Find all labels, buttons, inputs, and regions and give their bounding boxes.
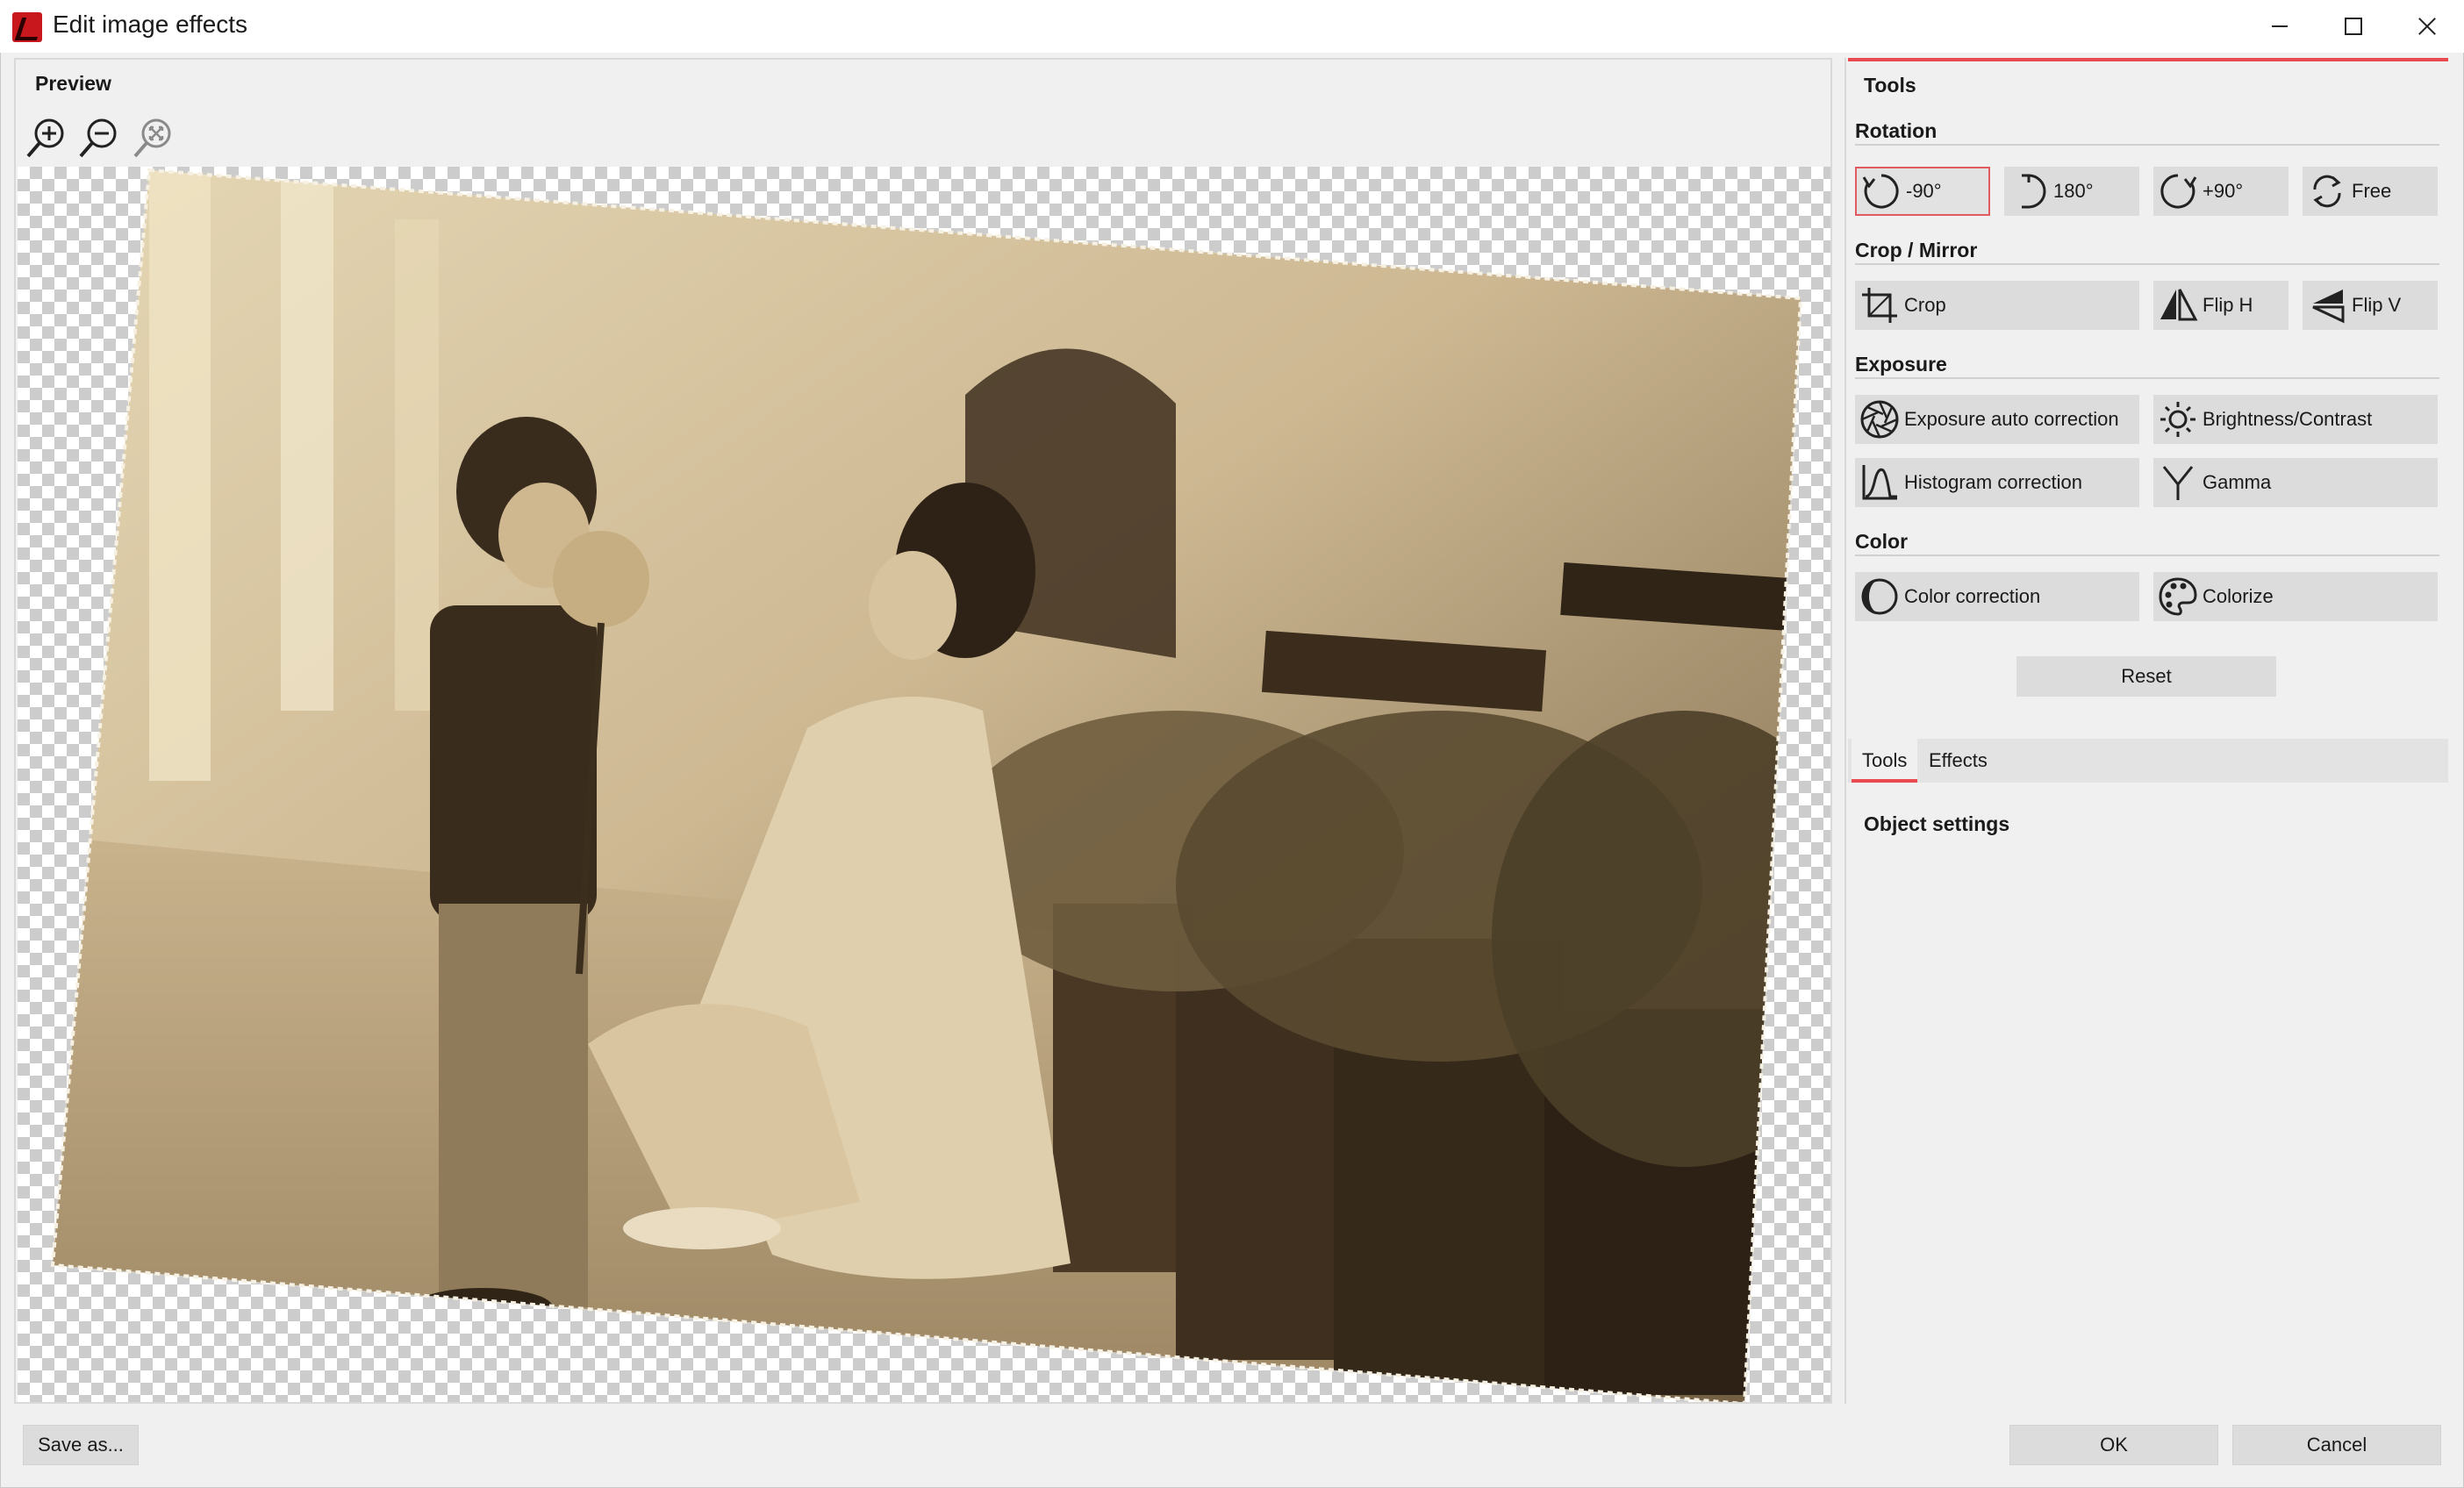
histogram-correction-label: Histogram correction — [1904, 471, 2082, 493]
histogram-icon — [1862, 465, 1897, 500]
title-bar: Edit image effects — [0, 0, 2464, 53]
app-icon — [12, 12, 42, 42]
rotate-left-icon — [1862, 174, 1899, 209]
ok-button[interactable]: OK — [2009, 1425, 2218, 1465]
brightness-contrast-button[interactable]: Brightness/Contrast — [2153, 395, 2438, 444]
tab-tools[interactable]: Tools — [1852, 739, 1918, 783]
minimize-button[interactable] — [2243, 0, 2317, 53]
crop-icon — [1862, 288, 1897, 323]
rotate-180-icon — [2022, 174, 2046, 209]
rotate-180-label: 180° — [2053, 180, 2094, 202]
free-rotate-icon — [2313, 175, 2341, 208]
zoom-out-button[interactable] — [75, 112, 125, 161]
exposure-divider — [1855, 377, 2439, 379]
rotate-minus-90-button[interactable]: -90° — [1855, 167, 1990, 216]
zoom-in-icon — [26, 118, 64, 158]
preview-title: Preview — [35, 72, 111, 95]
tools-header: Tools — [1864, 74, 1916, 97]
window-title: Edit image effects — [53, 11, 248, 38]
preview-canvas[interactable] — [18, 167, 1830, 1402]
close-button[interactable] — [2390, 0, 2464, 53]
save-as-button[interactable]: Save as... — [23, 1425, 139, 1465]
flip-h-label: Flip H — [2203, 294, 2253, 316]
tab-effects[interactable]: Effects — [1918, 739, 1998, 783]
preview-photo — [50, 168, 1803, 1402]
rotate-plus-90-label: +90° — [2203, 180, 2244, 202]
flip-vertical-icon — [2312, 290, 2345, 324]
colorize-label: Colorize — [2203, 585, 2274, 607]
histogram-correction-button[interactable]: Histogram correction — [1855, 458, 2139, 507]
rotation-label: Rotation — [1855, 119, 1938, 142]
exposure-auto-correction-button[interactable]: Exposure auto correction — [1855, 395, 2139, 444]
color-correction-button[interactable]: Color correction — [1855, 572, 2139, 621]
close-icon — [2417, 17, 2437, 36]
flip-h-button[interactable]: Flip H — [2153, 281, 2289, 330]
half-circle-icon — [1861, 578, 1898, 615]
crop-mirror-label: Crop / Mirror — [1855, 239, 1978, 261]
sun-icon — [2160, 402, 2195, 437]
color-divider — [1855, 554, 2439, 556]
palette-icon — [2159, 577, 2197, 616]
reset-button[interactable]: Reset — [2016, 656, 2276, 697]
zoom-out-icon — [79, 118, 117, 158]
zoom-fit-button[interactable] — [130, 112, 179, 161]
maximize-button[interactable] — [2317, 0, 2390, 53]
rotate-right-icon — [2160, 174, 2197, 209]
flip-v-label: Flip V — [2352, 294, 2402, 316]
free-rotate-label: Free — [2352, 180, 2392, 202]
color-label: Color — [1855, 530, 1909, 553]
zoom-in-button[interactable] — [23, 112, 72, 161]
object-settings-title: Object settings — [1864, 812, 2010, 835]
crop-mirror-divider — [1855, 263, 2439, 265]
rotate-plus-90-button[interactable]: +90° — [2153, 167, 2289, 216]
zoom-fit-icon — [133, 118, 171, 158]
flip-horizontal-icon — [2160, 289, 2198, 321]
colorize-button[interactable]: Colorize — [2153, 572, 2438, 621]
aperture-icon — [1860, 400, 1899, 439]
brightness-contrast-label: Brightness/Contrast — [2203, 408, 2373, 430]
free-rotate-button[interactable]: Free — [2303, 167, 2438, 216]
crop-button[interactable]: Crop — [1855, 281, 2139, 330]
rotation-divider — [1855, 144, 2439, 146]
color-correction-label: Color correction — [1904, 585, 2041, 607]
rotate-180-button[interactable]: 180° — [2004, 167, 2139, 216]
flip-v-button[interactable]: Flip V — [2303, 281, 2438, 330]
gamma-button[interactable]: Gamma — [2153, 458, 2438, 507]
exposure-auto-correction-label: Exposure auto correction — [1904, 408, 2119, 430]
gamma-label: Gamma — [2203, 471, 2272, 493]
cancel-button[interactable]: Cancel — [2232, 1425, 2441, 1465]
tools-accent-bar — [1848, 58, 2448, 61]
rotate-minus-90-label: -90° — [1906, 180, 1942, 202]
maximize-icon — [2345, 18, 2362, 35]
exposure-label: Exposure — [1855, 353, 1947, 376]
minimize-icon — [2272, 25, 2288, 27]
crop-label: Crop — [1904, 294, 1946, 316]
gamma-icon — [2162, 466, 2194, 500]
